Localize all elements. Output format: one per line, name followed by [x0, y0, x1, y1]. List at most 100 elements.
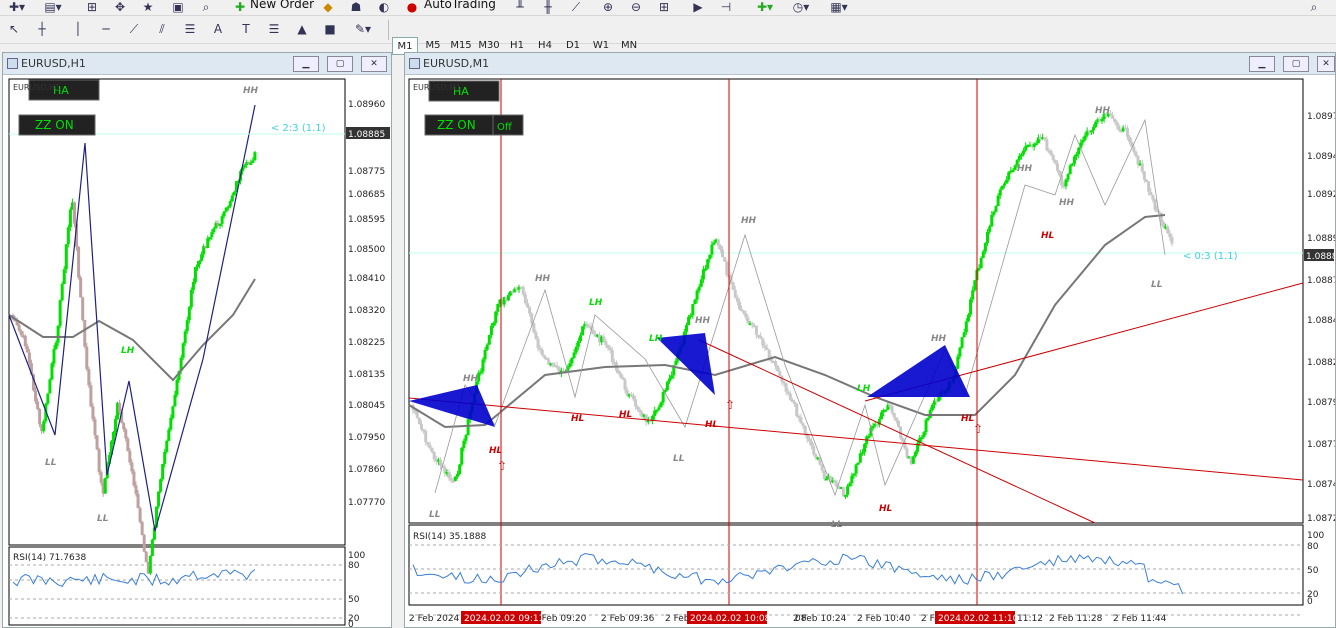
chart-canvas-m1[interactable]: ⇧ ⇧ ⇧ HH HH HH HH HH HH HH HH LH LH LH HL HL HL HL HL HL HL L…: [405, 75, 1335, 627]
swing-label: HH: [243, 86, 259, 96]
arrows-icon[interactable]: ☰: [266, 21, 282, 37]
candle: [1166, 226, 1170, 234]
zoom-in-icon[interactable]: ⊕: [600, 0, 616, 14]
candle: [788, 393, 792, 401]
target-annotation: < 0:3 (1.1): [1183, 251, 1238, 262]
chart-shift-icon[interactable]: ⊣: [718, 0, 734, 14]
candle: [25, 346, 29, 353]
rsi-tick-label: 80: [348, 561, 360, 571]
candle: [85, 346, 89, 370]
new-order-icon[interactable]: ✚: [232, 0, 248, 14]
candle: [134, 485, 138, 494]
tester-icon[interactable]: ⌕: [198, 0, 214, 14]
vps-icon[interactable]: ◐: [376, 0, 392, 14]
market-watch-icon[interactable]: ⊞: [84, 0, 100, 14]
window-titlebar[interactable]: EURUSD,M1 ▁ ▢ ✕: [405, 53, 1335, 75]
maximize-button[interactable]: ▢: [327, 56, 353, 72]
periods-icon[interactable]: ◷▾: [788, 0, 814, 14]
chart-window-eurusd-m1[interactable]: EURUSD,M1 ▁ ▢ ✕ ⇧ ⇧ ⇧ HH HH HH HH HH HH HH HH LH LH L…: [404, 52, 1336, 628]
fibonacci-icon[interactable]: ☰: [182, 21, 198, 37]
candle: [56, 325, 60, 343]
candle: [52, 349, 56, 364]
candle: [860, 452, 864, 455]
auto-scroll-icon[interactable]: ▶: [690, 0, 706, 14]
minimize-button[interactable]: ▁: [1249, 56, 1275, 72]
crosshair-icon[interactable]: ┼: [34, 21, 50, 37]
candle: [83, 319, 87, 347]
metaeditor-icon[interactable]: ◆: [320, 0, 336, 14]
candle: [695, 290, 699, 300]
candle: [62, 269, 66, 284]
zoom-out-icon[interactable]: ⊖: [628, 0, 644, 14]
candle: [419, 424, 423, 430]
search-icon[interactable]: ⌕: [1306, 0, 1322, 14]
x-tick-label: 2 Feb 2024: [409, 614, 460, 624]
rectangle-icon[interactable]: ■: [322, 21, 338, 37]
candle: [581, 326, 585, 336]
channel-icon[interactable]: ⫽: [154, 21, 170, 37]
vertical-line-icon[interactable]: │: [70, 21, 86, 37]
minimize-button[interactable]: ▁: [293, 56, 319, 72]
candle: [99, 472, 103, 483]
candle: [920, 437, 924, 440]
favorites-icon[interactable]: ★: [140, 0, 156, 14]
candle: [1153, 199, 1157, 210]
trendline-icon[interactable]: ⟋: [126, 21, 142, 37]
candle: [536, 338, 540, 349]
candle: [89, 385, 93, 407]
chart-canvas-h1[interactable]: HHLHLLLLHAZZ ONEURUSD,H1< 2:3 (1.1)1.089…: [3, 75, 391, 627]
x-tick-label: 2 Feb: [665, 614, 690, 624]
navigator-icon[interactable]: ✥: [112, 0, 128, 14]
main-toolbar: ✚▾ ▤▾ ⊞ ✥ ★ ▣ ⌕ ✚ New Order ◆ ☗ ◐ ● Auto…: [0, 0, 1336, 16]
candle: [1024, 146, 1028, 151]
tile-windows-icon[interactable]: ⊞: [656, 0, 672, 14]
text-icon[interactable]: A: [210, 21, 226, 37]
chart-window-eurusd-h1[interactable]: EURUSD,H1 ▁ ▢ ✕ HH LH LL LL HA ZZ ON EURUSD,H1…: [2, 52, 392, 628]
buy-arrow-icon: ⇧: [497, 459, 507, 473]
candle: [930, 404, 934, 411]
candle: [786, 391, 790, 394]
candle: [890, 406, 894, 413]
candle: [636, 406, 640, 410]
cursor-icon[interactable]: ↖: [6, 21, 22, 37]
triangle-icon[interactable]: ▲: [294, 21, 310, 37]
candle: [706, 259, 710, 269]
candles-icon[interactable]: ╫: [540, 0, 556, 14]
horizontal-line-icon[interactable]: ─: [98, 21, 114, 37]
candle: [222, 211, 226, 217]
candle: [718, 245, 722, 250]
candle: [617, 370, 621, 374]
new-chart-icon[interactable]: ✚▾: [4, 0, 30, 14]
close-button[interactable]: ✕: [1317, 56, 1335, 72]
indicators-icon[interactable]: ✚▾: [752, 0, 778, 14]
candle: [181, 343, 185, 358]
window-titlebar[interactable]: EURUSD,H1 ▁ ▢ ✕: [3, 53, 391, 75]
text-label-icon[interactable]: T: [238, 21, 254, 37]
candle: [200, 254, 204, 261]
candle: [737, 301, 741, 310]
swing-label: HL: [879, 504, 893, 514]
candle: [937, 396, 941, 402]
bar-chart-icon[interactable]: ╨: [512, 0, 528, 14]
templates-icon[interactable]: ▦▾: [824, 0, 854, 14]
candle: [439, 459, 443, 466]
terminal-icon[interactable]: ▣: [170, 0, 186, 14]
candle: [185, 320, 189, 332]
close-button[interactable]: ✕: [361, 56, 387, 72]
candle: [1161, 222, 1165, 228]
new-order-button[interactable]: New Order: [250, 0, 314, 11]
swing-label: LH: [857, 384, 871, 394]
candle: [483, 349, 487, 360]
maximize-button[interactable]: ▢: [1283, 56, 1309, 72]
candle: [807, 438, 811, 442]
swing-label: HH: [463, 374, 479, 384]
shapes-menu-icon[interactable]: ✎▾: [350, 21, 376, 37]
signals-icon[interactable]: ☗: [348, 0, 364, 14]
autotrading-icon[interactable]: ●: [404, 0, 420, 14]
candle: [1051, 155, 1055, 160]
line-chart-icon[interactable]: ⟋: [568, 0, 584, 14]
candle: [606, 345, 610, 348]
candle: [150, 539, 154, 556]
profiles-icon[interactable]: ▤▾: [40, 0, 66, 14]
autotrading-button[interactable]: AutoTrading: [424, 0, 496, 11]
